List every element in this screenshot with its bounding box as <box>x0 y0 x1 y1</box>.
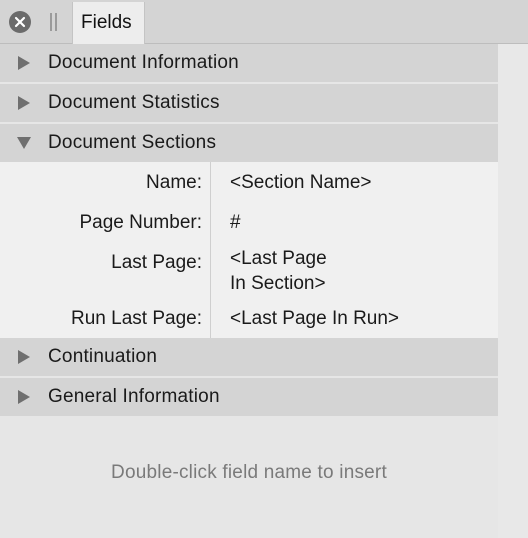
section-label: Document Sections <box>48 132 217 153</box>
grip-icon[interactable] <box>48 13 60 31</box>
tab-fields[interactable]: Fields <box>72 2 145 44</box>
fields-panel: Fields Document Information Document Sta… <box>0 0 528 538</box>
triangle-right-icon[interactable] <box>0 44 48 82</box>
section-document-information[interactable]: Document Information <box>0 44 498 82</box>
close-icon[interactable] <box>9 11 31 33</box>
triangle-right-icon[interactable] <box>0 84 48 122</box>
field-name-run-last-page[interactable]: Run Last Page: <box>71 308 202 330</box>
document-sections-fields: Name: <Section Name> Page Number: # Last… <box>0 162 498 338</box>
triangle-right-icon[interactable] <box>0 338 48 376</box>
section-document-sections[interactable]: Document Sections <box>0 124 498 162</box>
field-name-section-name[interactable]: Name: <box>146 172 202 194</box>
field-name-page-number[interactable]: Page Number: <box>79 212 202 234</box>
insert-hint: Double-click field name to insert <box>111 462 387 483</box>
section-label: Document Statistics <box>48 92 220 113</box>
section-label: General Information <box>48 386 220 407</box>
triangle-down-icon[interactable] <box>0 124 48 162</box>
panel-tab-bar: Fields <box>0 0 528 44</box>
field-value-last-page: <Last Page In Section> <box>230 248 327 294</box>
fields-list: Document Information Document Statistics… <box>0 44 498 538</box>
section-label: Document Information <box>48 52 239 73</box>
field-value-run-last-page: <Last Page In Run> <box>230 308 400 329</box>
column-divider <box>210 162 211 338</box>
field-value-page-number: # <box>230 212 241 233</box>
field-value-section-name: <Section Name> <box>230 172 372 193</box>
section-continuation[interactable]: Continuation <box>0 338 498 376</box>
triangle-right-icon[interactable] <box>0 378 48 416</box>
section-label: Continuation <box>48 346 158 367</box>
section-document-statistics[interactable]: Document Statistics <box>0 84 498 122</box>
section-general-information[interactable]: General Information <box>0 378 498 416</box>
field-name-last-page[interactable]: Last Page: <box>111 252 202 274</box>
scrollbar-track[interactable] <box>498 44 528 538</box>
